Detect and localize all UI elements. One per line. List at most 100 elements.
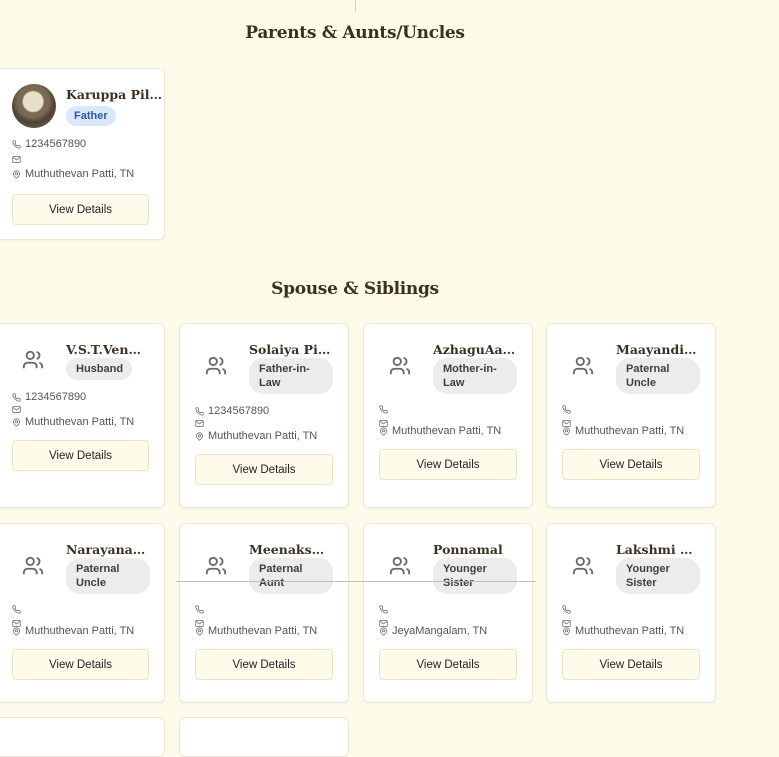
phone-icon [379, 605, 388, 614]
users-icon [205, 355, 227, 377]
view-details-button[interactable]: View Details [195, 649, 333, 680]
map-pin-icon [13, 417, 20, 427]
relation-badge: Paternal Uncle [616, 358, 700, 394]
phone-icon [562, 405, 571, 414]
map-pin-icon [380, 626, 387, 636]
map-pin-icon [380, 426, 387, 436]
mail-icon [12, 156, 21, 163]
member-name: Karuppa Pillai [66, 87, 162, 102]
location-row: Muthuthevan Patti, TN [195, 430, 317, 442]
users-icon [572, 355, 594, 377]
users-icon [389, 556, 411, 575]
location-row: Muthuthevan Patti, TN [12, 168, 134, 180]
map-pin-icon [13, 626, 20, 636]
view-details-button[interactable]: View Details [12, 649, 149, 680]
phone-row: 1234567890 [12, 391, 86, 403]
location-text: Muthuthevan Patti, TN [392, 425, 502, 437]
location-row: Muthuthevan Patti, TN [562, 625, 684, 637]
users-icon [572, 356, 594, 375]
member-card: Karuppa Pillai Father 1234567890 Muthuth… [0, 68, 165, 240]
users-icon [572, 556, 594, 575]
mail-icon [195, 420, 204, 427]
view-details-button[interactable]: View Details [12, 194, 149, 225]
phone-text: 1234567890 [208, 405, 270, 417]
phone-icon [12, 392, 21, 402]
email-row [12, 405, 25, 414]
location-row: Muthuthevan Patti, TN [562, 425, 684, 437]
map-pin-icon [13, 169, 20, 179]
relation-badge: Younger Sister [433, 558, 517, 594]
email-row [12, 155, 25, 164]
view-details-button[interactable]: View Details [379, 649, 517, 680]
view-details-button[interactable]: View Details [562, 649, 700, 680]
phone-icon [12, 605, 21, 614]
users-icon [389, 555, 411, 577]
map-pin-icon [196, 626, 203, 636]
users-icon [22, 555, 44, 577]
users-icon [22, 350, 44, 369]
member-name: Ponnamal [433, 542, 503, 557]
relation-badge: Younger Sister [616, 558, 700, 594]
phone-icon [195, 406, 204, 416]
location-text: Muthuthevan Patti, TN [208, 430, 318, 442]
location-text: Muthuthevan Patti, TN [25, 416, 135, 428]
phone-icon [562, 605, 571, 614]
member-name: AzhaguAaye... [433, 342, 517, 357]
member-photo [12, 84, 56, 128]
tree-connector-line [355, 0, 356, 12]
relation-badge: Father-in-Law [249, 358, 333, 394]
users-icon [389, 356, 411, 375]
map-pin-icon [563, 626, 570, 636]
phone-row: 1234567890 [195, 405, 269, 417]
users-icon [205, 356, 227, 375]
location-text: Muthuthevan Patti, TN [575, 425, 685, 437]
email-row [195, 419, 208, 428]
view-details-button[interactable]: View Details [12, 440, 149, 471]
location-row: Muthuthevan Patti, TN [379, 425, 501, 437]
location-row: Muthuthevan Patti, TN [195, 625, 317, 637]
phone-icon [379, 405, 388, 414]
users-icon [22, 556, 44, 575]
phone-row [562, 405, 575, 414]
phone-row [195, 605, 208, 614]
users-icon [205, 556, 227, 575]
member-card: Maayandi Pi... Paternal Uncle Muthutheva… [546, 323, 716, 508]
location-text: JeyaMangalam, TN [392, 625, 488, 637]
users-icon [572, 555, 594, 577]
member-card-partial [0, 717, 165, 757]
location-row: Muthuthevan Patti, TN [12, 416, 134, 428]
users-icon [205, 555, 227, 577]
location-row: Muthuthevan Patti, TN [12, 625, 134, 637]
users-icon [389, 355, 411, 377]
relation-badge: Husband [66, 358, 132, 380]
map-pin-icon [563, 426, 570, 436]
view-details-button[interactable]: View Details [195, 454, 333, 485]
phone-icon [12, 139, 21, 149]
section-title-parents: Parents & Aunts/Uncles [245, 23, 465, 43]
member-card: Ponnamal Younger Sister JeyaMangalam, TN… [363, 523, 533, 703]
member-name: Lakshmi Am... [616, 542, 700, 557]
member-name: Narayanan P... [66, 542, 148, 557]
phone-text: 1234567890 [25, 138, 87, 150]
location-text: Muthuthevan Patti, TN [25, 168, 135, 180]
relation-badge: Father [66, 106, 116, 126]
relation-badge: Mother-in-Law [433, 358, 517, 394]
member-name: V.S.T.Venkat... [66, 342, 148, 357]
map-pin-icon [196, 431, 203, 441]
tree-connector-line [176, 581, 536, 582]
section-title-spouse-siblings: Spouse & Siblings [271, 279, 439, 299]
location-text: Muthuthevan Patti, TN [575, 625, 685, 637]
view-details-button[interactable]: View Details [379, 449, 517, 480]
member-card: Narayanan P... Paternal Uncle Muthutheva… [0, 523, 165, 703]
location-row: JeyaMangalam, TN [379, 625, 487, 637]
phone-row [12, 605, 25, 614]
member-card: Meenakshi A... Paternal Aunt Muthuthevan… [179, 523, 349, 703]
mail-icon [12, 406, 21, 413]
member-card: Lakshmi Am... Younger Sister Muthuthevan… [546, 523, 716, 703]
phone-row [379, 605, 392, 614]
view-details-button[interactable]: View Details [562, 449, 700, 480]
member-card-partial [179, 717, 349, 757]
users-icon [22, 349, 44, 371]
member-name: Meenakshi A... [249, 542, 333, 557]
phone-row [379, 405, 392, 414]
